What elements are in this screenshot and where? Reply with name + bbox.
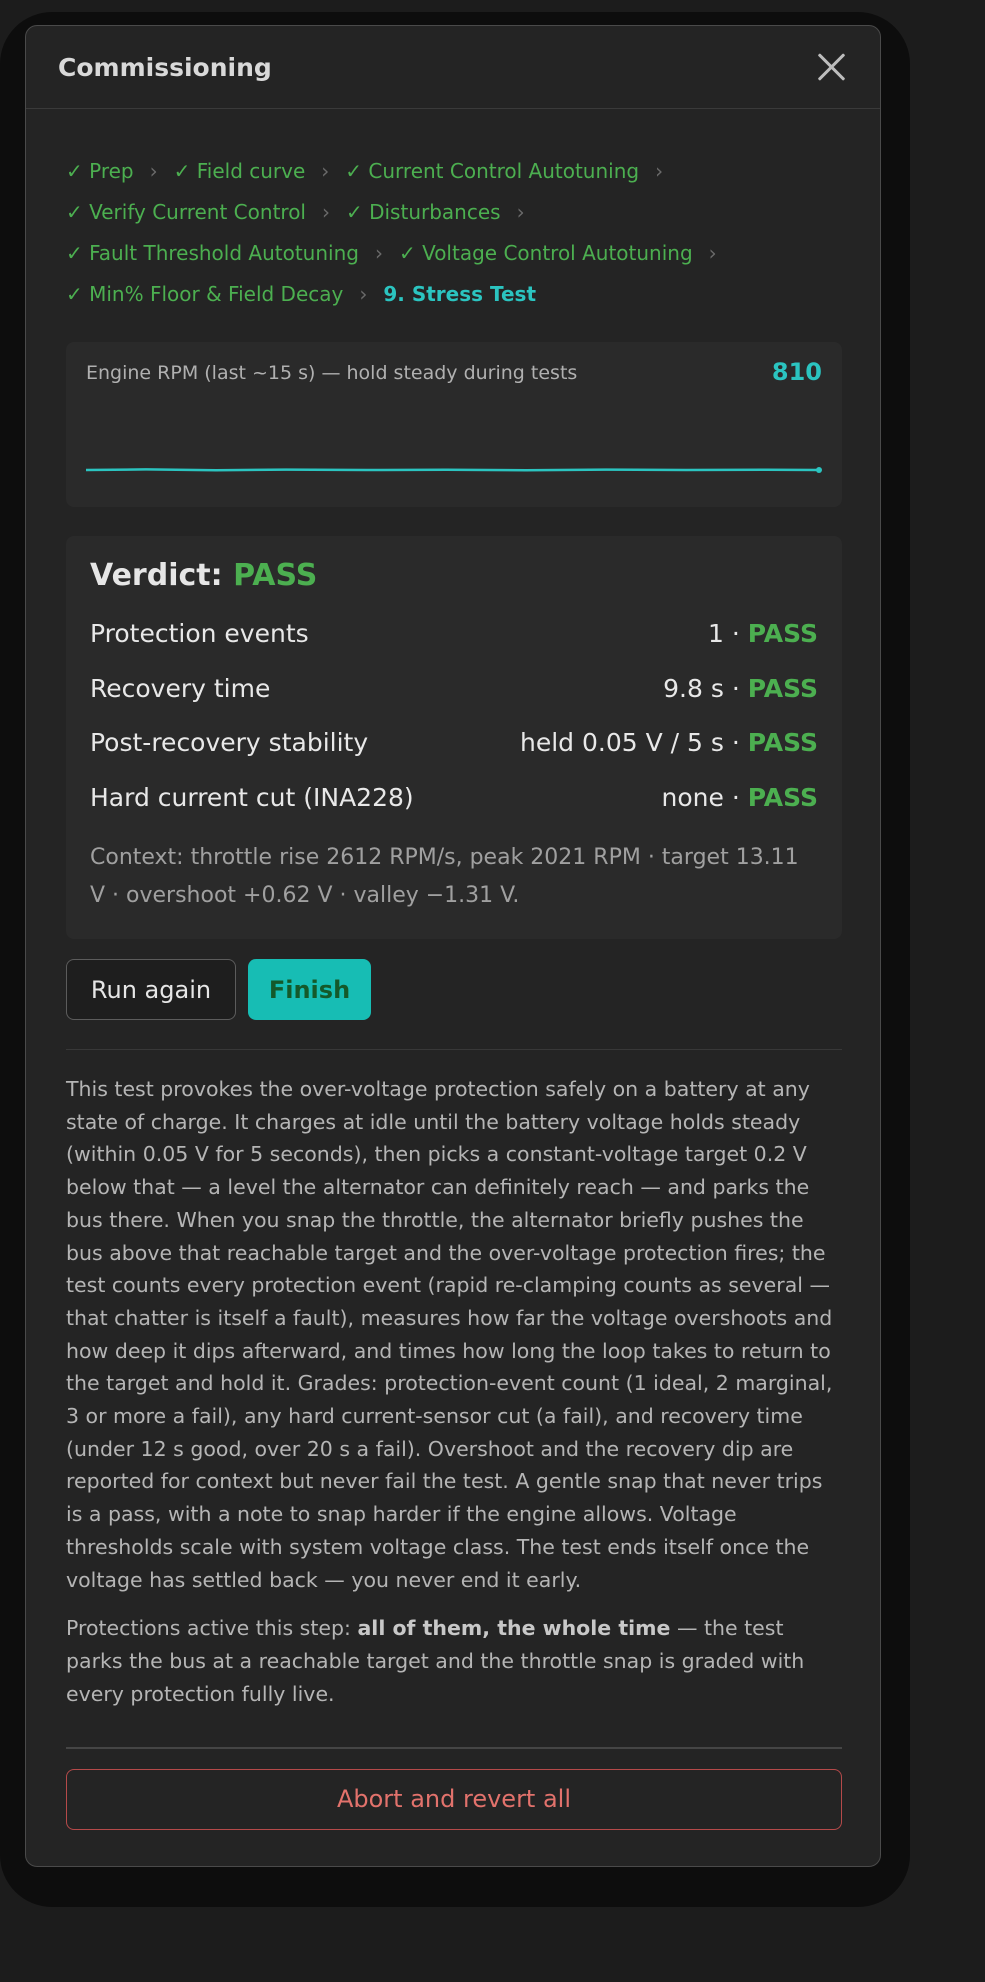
metric-label: Protection events xyxy=(90,619,309,648)
metric-row: Hard current cut (INA228) none · PASS xyxy=(90,771,818,826)
finish-button[interactable]: Finish xyxy=(248,959,371,1020)
rpm-card: Engine RPM (last ~15 s) — hold steady du… xyxy=(66,342,842,507)
verdict-prefix: Verdict: xyxy=(90,558,223,593)
verdict-context: Context: throttle rise 2612 RPM/s, peak … xyxy=(90,845,799,908)
step-8: ✓ Min% Floor & Field Decay xyxy=(66,282,344,306)
metric-label: Post-recovery stability xyxy=(90,728,369,757)
rpm-sparkline xyxy=(86,467,822,473)
metric-value: 1 · xyxy=(707,619,740,648)
step-3: ✓ Current Control Autotuning xyxy=(345,159,640,183)
step-6: ✓ Fault Threshold Autotuning xyxy=(66,241,359,265)
step-1: ✓ Prep xyxy=(66,159,134,183)
metric-result: 9.8 s · PASS xyxy=(663,662,818,717)
metric-result: 1 · PASS xyxy=(708,607,818,662)
metric-result: none · PASS xyxy=(662,771,818,826)
metric-row: Post-recovery stability held 0.05 V / 5 s… xyxy=(90,716,818,771)
step-5: ✓ Disturbances xyxy=(345,200,501,224)
chevron-right-icon: › xyxy=(708,241,717,265)
step-4: ✓ Verify Current Control xyxy=(66,200,306,224)
commissioning-modal: Commissioning ✓ Prep › ✓ Field curve › ✓ Cur… xyxy=(25,25,881,1867)
close-icon[interactable] xyxy=(814,49,850,85)
verdict-metrics: Protection events 1 · PASS Recovery time 9.… xyxy=(90,607,818,825)
protections-note: Protections active this step: all of the… xyxy=(66,1612,842,1710)
metric-value: held 0.05 V / 5 s · xyxy=(519,728,740,757)
metric-value: none · xyxy=(661,782,740,812)
chevron-right-icon: › xyxy=(655,159,664,183)
step-2: ✓ Field curve xyxy=(173,159,306,183)
metric-grade: PASS xyxy=(747,619,818,648)
metric-label: Recovery time xyxy=(90,673,271,703)
metric-label: Hard current cut (INA228) xyxy=(90,782,414,812)
metric-row: Protection events 1 · PASS xyxy=(90,607,818,662)
description-main: This test provokes the over-voltage prot… xyxy=(66,1077,833,1592)
abort-revert-button[interactable]: Abort and revert all xyxy=(66,1768,842,1830)
metric-grade: PASS xyxy=(747,782,818,812)
test-description: This test provokes the over-voltage prot… xyxy=(66,1073,842,1710)
chevron-right-icon: › xyxy=(374,241,383,265)
step-breadcrumb: ✓ Prep › ✓ Field curve › ✓ Current Control A… xyxy=(66,151,842,315)
modal-title: Commissioning xyxy=(58,52,272,82)
chevron-right-icon: › xyxy=(516,200,525,224)
chevron-right-icon: › xyxy=(149,159,158,183)
rpm-trace-endpoint xyxy=(816,467,822,473)
protections-prefix: Protections active this step: xyxy=(66,1616,351,1641)
chevron-right-icon: › xyxy=(321,200,330,224)
verdict-result: PASS xyxy=(233,558,318,593)
rpm-value: 810 xyxy=(771,358,822,386)
metric-grade: PASS xyxy=(747,728,818,757)
rpm-trace-line xyxy=(86,468,820,472)
action-buttons: Run again Finish xyxy=(66,959,842,1020)
modal-content: ✓ Prep › ✓ Field curve › ✓ Current Control A… xyxy=(66,151,842,1830)
rpm-label: Engine RPM (last ~15 s) — hold steady du… xyxy=(86,362,578,384)
run-again-button[interactable]: Run again xyxy=(66,959,236,1020)
chevron-right-icon: › xyxy=(359,282,368,306)
verdict-card: Verdict: PASS Protection events 1 · PASS R… xyxy=(66,536,842,939)
chevron-right-icon: › xyxy=(321,159,330,183)
verdict-title: Verdict: PASS xyxy=(90,558,818,593)
metric-grade: PASS xyxy=(747,673,818,703)
modal-header: Commissioning xyxy=(26,26,880,109)
divider xyxy=(66,1049,842,1050)
step-7: ✓ Voltage Control Autotuning xyxy=(398,241,693,265)
metric-row: Recovery time 9.8 s · PASS xyxy=(90,662,818,717)
protections-bold: all of them, the whole time xyxy=(357,1616,671,1641)
divider xyxy=(66,1747,842,1749)
metric-value: 9.8 s · xyxy=(663,673,740,703)
step-9: 9. Stress Test xyxy=(383,282,536,306)
metric-result: held 0.05 V / 5 s · PASS xyxy=(520,716,818,771)
